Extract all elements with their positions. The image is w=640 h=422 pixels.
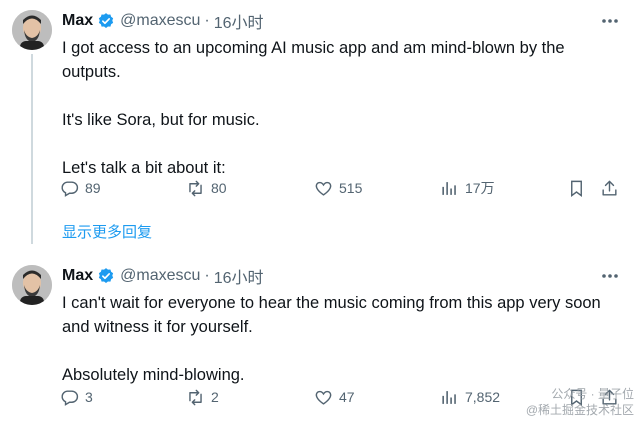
action-bar: 89 80 515 17万 <box>60 176 630 200</box>
verified-icon <box>99 268 114 283</box>
more-icon[interactable] <box>600 12 620 30</box>
bookmark-button[interactable] <box>567 176 592 200</box>
views-button[interactable]: 7,852 <box>440 385 500 409</box>
show-more-replies-link[interactable]: 显示更多回复 <box>62 221 152 242</box>
timestamp[interactable]: 16小时 <box>214 264 264 288</box>
views-icon <box>442 181 456 195</box>
tweet-header: Max @maxescu · 16小时 <box>62 10 264 32</box>
reply-icon <box>61 389 79 406</box>
reply-icon <box>61 180 79 197</box>
author-name[interactable]: Max <box>62 267 93 285</box>
reply-button[interactable]: 89 <box>60 176 101 200</box>
like-button[interactable]: 47 <box>314 385 355 409</box>
views-count: 17万 <box>465 180 495 196</box>
tweet-paragraph: It's like Sora, but for music. <box>62 111 260 129</box>
like-count: 47 <box>339 389 355 405</box>
author-name[interactable]: Max <box>62 12 93 30</box>
reply-count: 3 <box>85 389 93 405</box>
reply-count: 89 <box>85 180 101 196</box>
share-icon <box>602 180 617 196</box>
author-handle[interactable]: @maxescu <box>120 267 200 285</box>
tweet-header: Max @maxescu · 16小时 <box>62 265 264 287</box>
verified-icon <box>99 13 114 28</box>
reply-button[interactable]: 3 <box>60 385 93 409</box>
watermark-line: 公众号 · 量子位 <box>551 387 634 401</box>
avatar[interactable] <box>12 265 52 305</box>
watermark-line: @稀土掘金技术社区 <box>525 403 634 417</box>
like-button[interactable]: 515 <box>314 176 362 200</box>
views-button[interactable]: 17万 <box>440 176 495 200</box>
retweet-icon <box>189 389 202 405</box>
retweet-icon <box>189 180 202 196</box>
views-count: 7,852 <box>465 389 501 405</box>
like-count: 515 <box>339 180 363 196</box>
bookmark-icon <box>571 180 582 197</box>
tweet-text: I can't wait for everyone to hear the mu… <box>62 291 622 387</box>
author-handle[interactable]: @maxescu <box>120 12 200 30</box>
watermark: 公众号 · 量子位 @稀土掘金技术社区 <box>526 386 634 418</box>
tweet-paragraph: I can't wait for everyone to hear the mu… <box>62 294 601 336</box>
retweet-button[interactable]: 2 <box>186 385 219 409</box>
retweet-button[interactable]: 80 <box>186 176 227 200</box>
avatar[interactable] <box>12 10 52 50</box>
more-icon[interactable] <box>600 267 620 285</box>
tweet[interactable]: Max @maxescu · 16小时 I got access to an u… <box>0 0 640 244</box>
tweet-text: I got access to an upcoming AI music app… <box>62 36 622 180</box>
separator-dot: · <box>204 267 210 284</box>
separator-dot: · <box>204 12 210 29</box>
share-button[interactable] <box>600 176 625 200</box>
views-icon <box>442 390 456 404</box>
like-icon <box>315 181 332 196</box>
retweet-count: 2 <box>211 389 219 405</box>
tweet-paragraph: I got access to an upcoming AI music app… <box>62 39 565 81</box>
like-icon <box>315 390 332 405</box>
thread-connector <box>31 54 33 244</box>
retweet-count: 80 <box>211 180 227 196</box>
tweet-paragraph: Absolutely mind-blowing. <box>62 366 245 384</box>
timestamp[interactable]: 16小时 <box>214 9 264 33</box>
